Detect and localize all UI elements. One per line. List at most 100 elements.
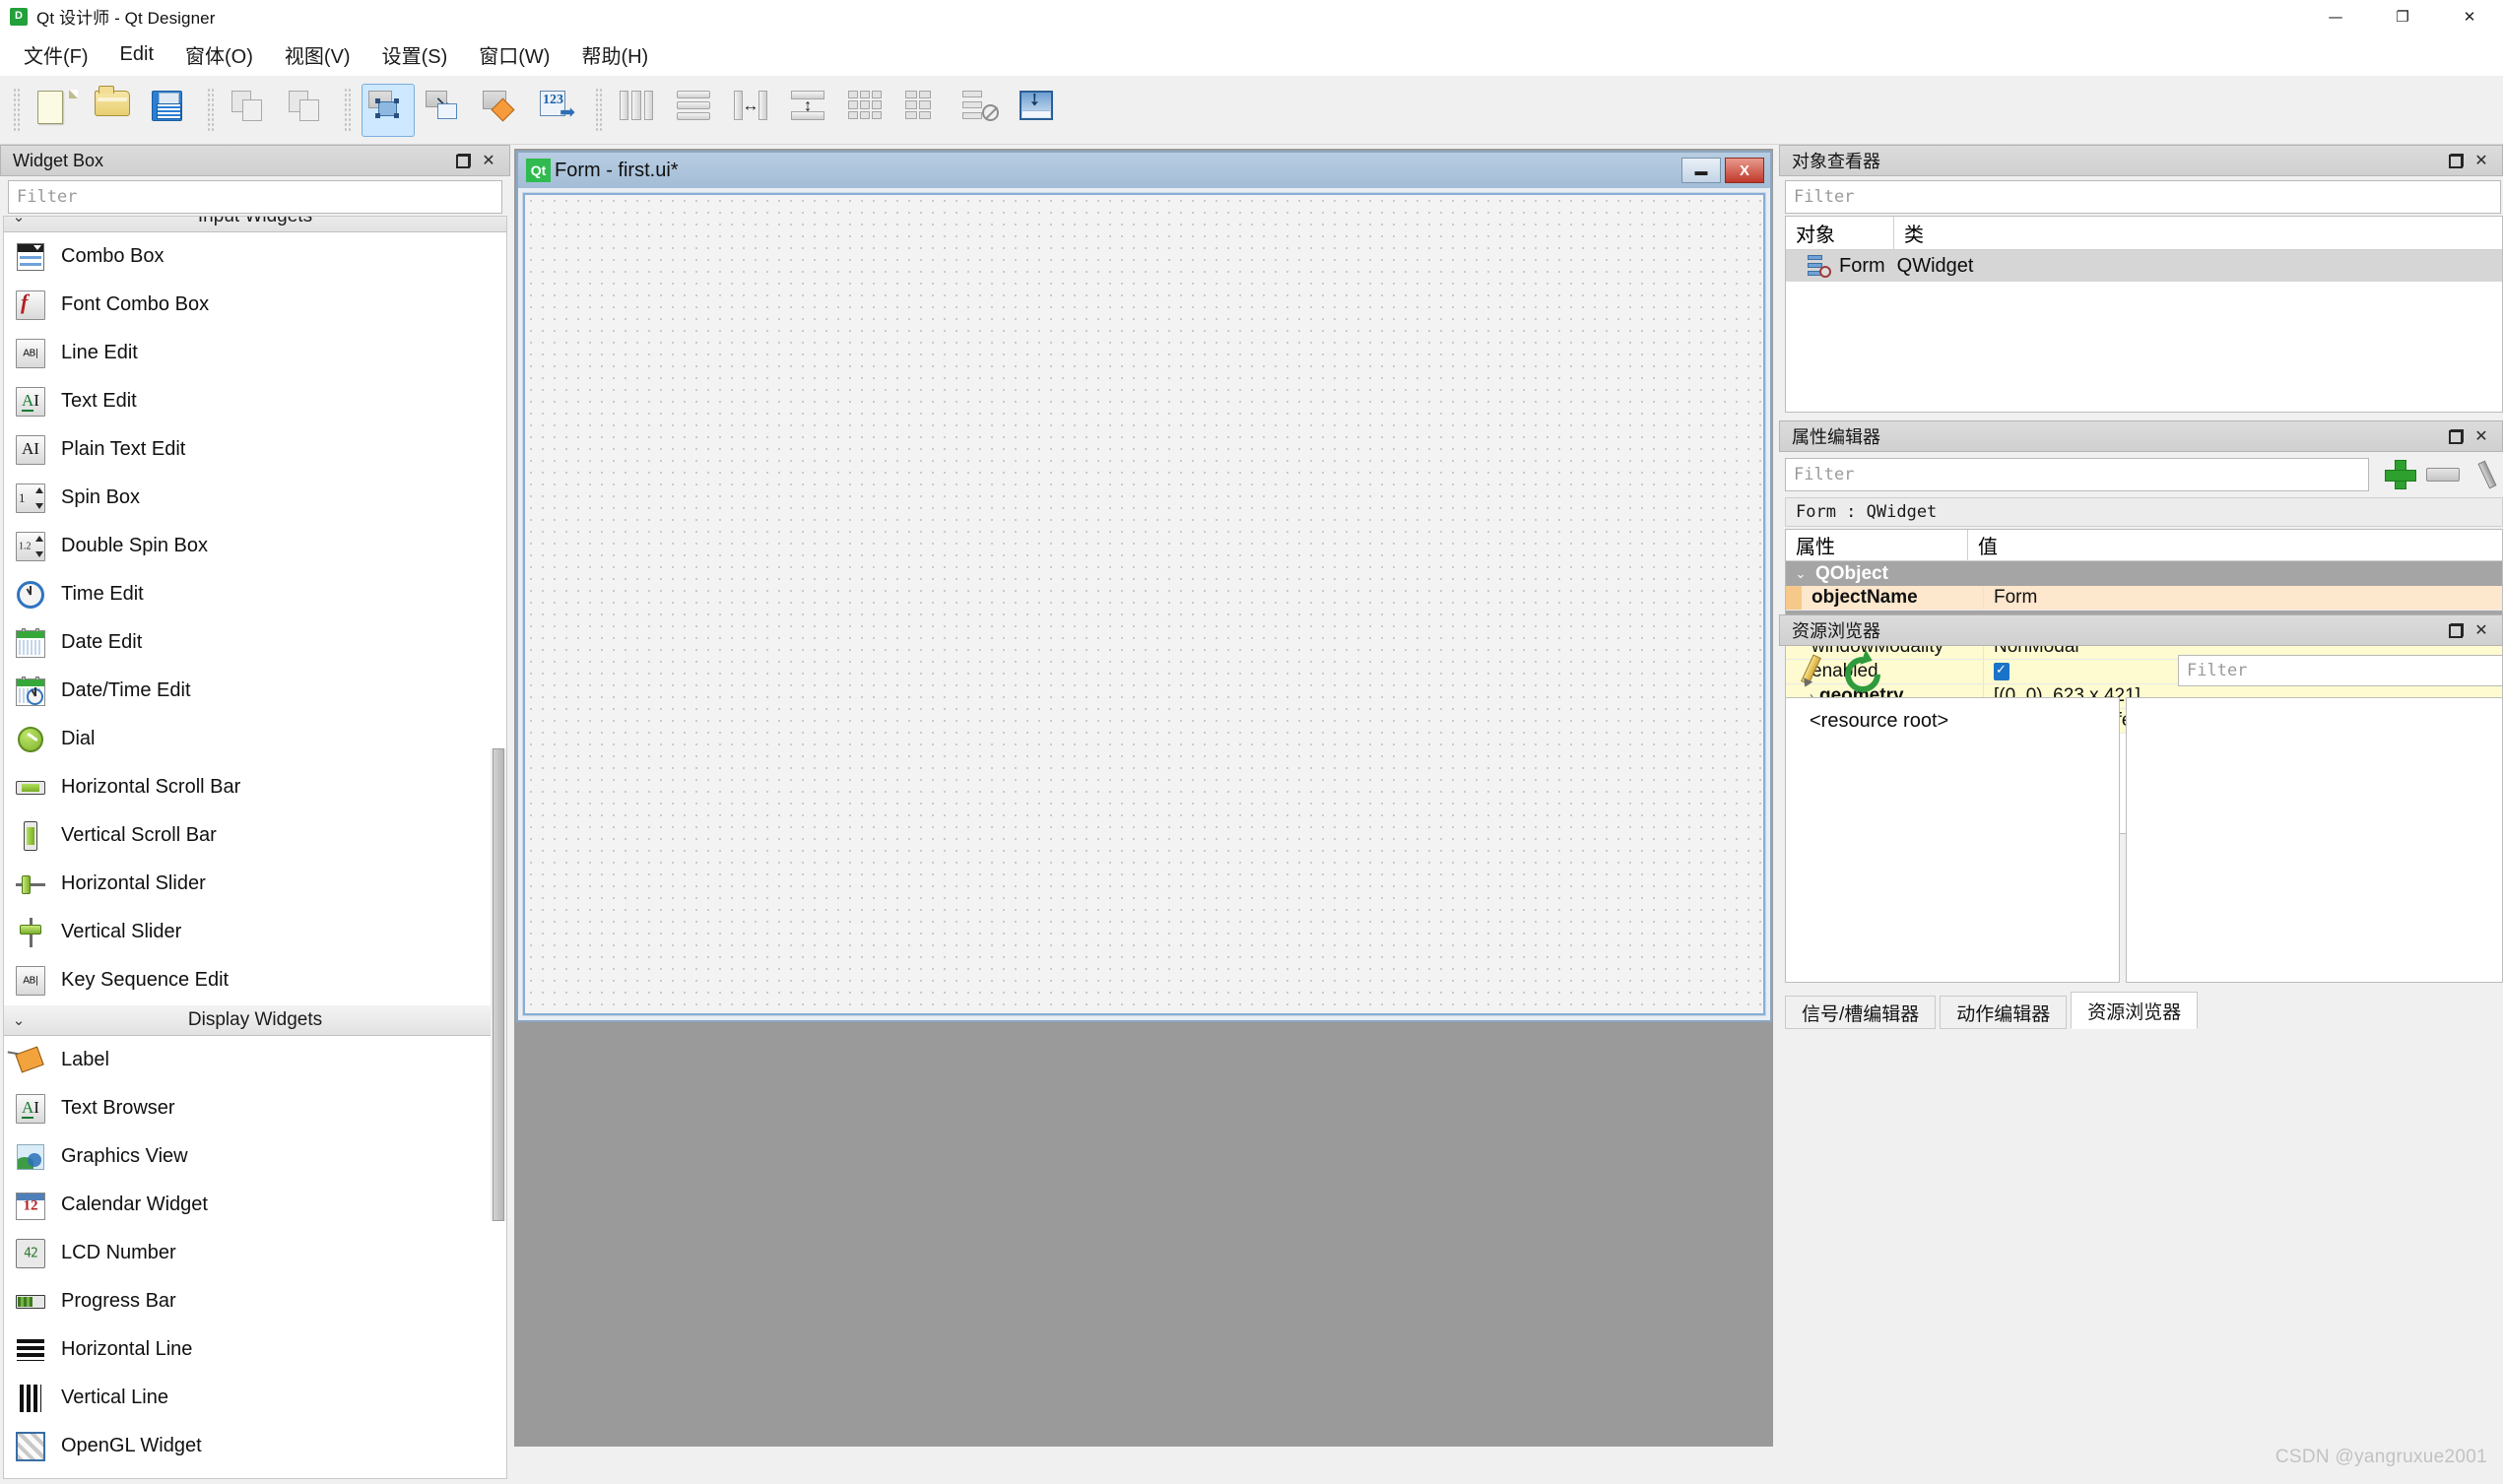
- form-close-button[interactable]: X: [1725, 158, 1764, 183]
- widget-group-input-widgets[interactable]: ⌄ Input Widgets: [4, 216, 506, 232]
- layout-grid-button[interactable]: [841, 84, 894, 137]
- widget-item-lcd-number[interactable]: 42 LCD Number: [4, 1229, 506, 1277]
- menu-form[interactable]: 窗体(O): [171, 36, 267, 73]
- widget-item-opengl-widget[interactable]: OpenGL Widget: [4, 1422, 506, 1470]
- property-editor-float-button[interactable]: [2443, 423, 2469, 449]
- form-window[interactable]: Qt Form - first.ui* ▬ X: [516, 151, 1772, 1022]
- maximize-button[interactable]: ❐: [2369, 0, 2436, 32]
- resource-browser-close-button[interactable]: ✕: [2469, 617, 2494, 643]
- undo-button[interactable]: [225, 84, 278, 137]
- form-design-canvas[interactable]: [522, 192, 1766, 1016]
- widget-item-text-edit[interactable]: AI Text Edit: [4, 377, 506, 425]
- table-row[interactable]: Form QWidget: [1786, 250, 2502, 282]
- widget-group-display-widgets[interactable]: ⌄ Display Widgets: [4, 1004, 506, 1036]
- resource-browser-filter-input[interactable]: Filter: [2178, 655, 2503, 686]
- widget-item-time-edit[interactable]: Time Edit: [4, 570, 506, 618]
- widget-item-vertical-line[interactable]: Vertical Line: [4, 1374, 506, 1422]
- preview-button[interactable]: [1013, 84, 1066, 137]
- widget-box-list[interactable]: ⌄ Input Widgets Combo Box f Font Combo B…: [3, 216, 507, 1479]
- close-button[interactable]: ✕: [2436, 0, 2503, 32]
- toolbar-grip-4[interactable]: [595, 88, 604, 133]
- resource-root-item[interactable]: <resource root>: [1786, 698, 2119, 733]
- resource-preview-pane[interactable]: [2126, 697, 2503, 983]
- menu-window[interactable]: 窗口(W): [465, 36, 563, 73]
- edit-signals-slots-button[interactable]: ↘: [419, 84, 472, 137]
- tab-signal-slot-editor[interactable]: 信号/槽编辑器: [1785, 996, 1936, 1029]
- layout-vertically-button[interactable]: [670, 84, 723, 137]
- widget-box-close-button[interactable]: ✕: [476, 148, 501, 173]
- property-editor-panel: 属性编辑器 ✕ Filter Form : QWidget 属性 值: [1779, 420, 2503, 610]
- widget-item-text-browser[interactable]: AI Text Browser: [4, 1084, 506, 1132]
- configure-property-editor-button[interactable]: [2473, 459, 2503, 490]
- edit-widgets-button[interactable]: [362, 84, 415, 137]
- remove-dynamic-property-button[interactable]: [2426, 468, 2460, 482]
- widget-item-progress-bar[interactable]: Progress Bar: [4, 1277, 506, 1325]
- mdi-area[interactable]: Qt Form - first.ui* ▬ X: [514, 149, 1773, 1447]
- object-inspector-filter-input[interactable]: Filter: [1785, 180, 2501, 214]
- form-window-titlebar[interactable]: Qt Form - first.ui* ▬ X: [518, 153, 1770, 188]
- form-window-title: Form - first.ui*: [555, 160, 679, 182]
- new-form-button[interactable]: [31, 84, 84, 137]
- reload-icon[interactable]: [1840, 652, 1877, 689]
- widget-item-vertical-scroll-bar[interactable]: Vertical Scroll Bar: [4, 811, 506, 860]
- resource-tree[interactable]: <resource root>: [1785, 697, 2120, 983]
- widget-item-line-edit[interactable]: AB| Line Edit: [4, 329, 506, 377]
- tab-resource-browser[interactable]: 资源浏览器: [2071, 992, 2198, 1029]
- form-selection-border: [523, 193, 1765, 1015]
- open-form-button[interactable]: [88, 84, 141, 137]
- add-dynamic-property-button[interactable]: [2383, 458, 2416, 491]
- redo-button[interactable]: [282, 84, 335, 137]
- menu-view[interactable]: 视图(V): [271, 36, 364, 73]
- widget-item-date-edit[interactable]: Date Edit: [4, 618, 506, 667]
- widget-item-calendar-widget[interactable]: 12 Calendar Widget: [4, 1181, 506, 1229]
- widget-box-scrollbar-thumb[interactable]: [493, 748, 504, 1221]
- widget-item-horizontal-scroll-bar[interactable]: Horizontal Scroll Bar: [4, 763, 506, 811]
- minimize-button[interactable]: —: [2302, 0, 2369, 32]
- toolbar-grip[interactable]: [13, 88, 22, 133]
- menu-edit[interactable]: Edit: [106, 39, 167, 70]
- widget-item-font-combo-box[interactable]: f Font Combo Box: [4, 281, 506, 329]
- widget-item-label[interactable]: Label: [4, 1036, 506, 1084]
- tab-action-editor[interactable]: 动作编辑器: [1940, 996, 2067, 1029]
- menu-settings[interactable]: 设置(S): [368, 36, 462, 73]
- widget-box-filter-input[interactable]: Filter: [8, 180, 502, 214]
- widget-item-horizontal-slider[interactable]: Horizontal Slider: [4, 860, 506, 908]
- layout-form-button[interactable]: [898, 84, 952, 137]
- layout-splitter-horizontal-button[interactable]: ↔: [727, 84, 780, 137]
- widget-item-vertical-slider[interactable]: Vertical Slider: [4, 908, 506, 956]
- widget-item-combo-box[interactable]: Combo Box: [4, 232, 506, 281]
- menu-file[interactable]: 文件(F): [10, 36, 102, 73]
- widget-item-graphics-view[interactable]: Graphics View: [4, 1132, 506, 1181]
- right-dock-column: 对象查看器 ✕ Filter 对象 类 Form QWidget: [1779, 145, 2503, 1484]
- widget-item-date-time-edit[interactable]: Date/Time Edit: [4, 667, 506, 715]
- object-inspector-tree[interactable]: 对象 类 Form QWidget: [1785, 216, 2503, 413]
- property-editor-filter-input[interactable]: Filter: [1785, 458, 2369, 491]
- widget-item-horizontal-line[interactable]: Horizontal Line: [4, 1325, 506, 1374]
- widget-box-scrollbar[interactable]: [491, 748, 506, 1221]
- object-inspector-close-button[interactable]: ✕: [2469, 148, 2494, 173]
- toolbar-grip-2[interactable]: [207, 88, 216, 133]
- widget-item-label: Key Sequence Edit: [61, 969, 229, 992]
- widget-item-key-sequence-edit[interactable]: AB| Key Sequence Edit: [4, 956, 506, 1004]
- edit-buddies-button[interactable]: [476, 84, 529, 137]
- resource-browser-float-button[interactable]: [2443, 617, 2469, 643]
- break-layout-button[interactable]: [955, 84, 1009, 137]
- property-value[interactable]: Form: [1984, 587, 2502, 609]
- layout-splitter-vertical-button[interactable]: ↕: [784, 84, 837, 137]
- property-editor-close-button[interactable]: ✕: [2469, 423, 2494, 449]
- property-row-objectname[interactable]: objectName Form: [1786, 586, 2502, 611]
- widget-item-plain-text-edit[interactable]: AI Plain Text Edit: [4, 425, 506, 474]
- toolbar-grip-3[interactable]: [344, 88, 353, 133]
- widget-item-dial[interactable]: Dial: [4, 715, 506, 763]
- property-group-qobject[interactable]: ⌄ QObject: [1786, 561, 2502, 586]
- save-form-button[interactable]: [145, 84, 198, 137]
- widget-item-spin-box[interactable]: 1 Spin Box: [4, 474, 506, 522]
- widget-item-double-spin-box[interactable]: 1.2 Double Spin Box: [4, 522, 506, 570]
- widget-box-float-button[interactable]: [450, 148, 476, 173]
- object-inspector-float-button[interactable]: [2443, 148, 2469, 173]
- menu-help[interactable]: 帮助(H): [567, 36, 662, 73]
- edit-resources-icon[interactable]: [1793, 652, 1830, 689]
- edit-tab-order-button[interactable]: 123➡: [533, 84, 586, 137]
- form-minimize-button[interactable]: ▬: [1681, 158, 1721, 183]
- layout-horizontally-button[interactable]: [613, 84, 666, 137]
